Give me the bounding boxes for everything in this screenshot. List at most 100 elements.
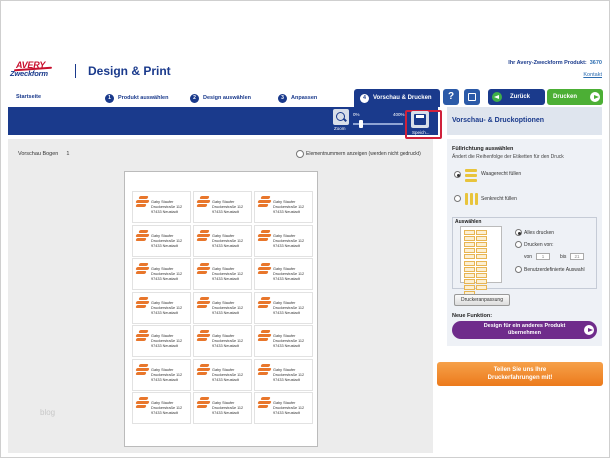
label-address-line: 97433 Neustadt	[273, 277, 300, 281]
label-address-line: 97433 Neustadt	[273, 210, 300, 214]
label-address-line: 97433 Neustadt	[212, 411, 239, 415]
mini-label-cell	[475, 260, 487, 266]
printer-adjust-button[interactable]: Druckeranpassung	[454, 294, 510, 306]
mini-label-cell	[463, 279, 475, 285]
step-3-number: 3	[278, 94, 287, 103]
label-item[interactable]: Gaby Staufer Druckerstraße 112 97433 Neust…	[193, 258, 252, 290]
range-to-input[interactable]: 21	[570, 253, 584, 260]
label-item[interactable]: Gaby Staufer Druckerstraße 112 97433 Neust…	[254, 258, 313, 290]
label-address-line: Druckerstraße 112	[151, 305, 183, 310]
mini-label-cell	[463, 285, 475, 291]
label-item[interactable]: Gaby Staufer Druckerstraße 112 97433 Neust…	[193, 358, 252, 391]
zoom-slider-handle[interactable]	[358, 120, 363, 128]
step-navigation: Startseite 1 Produkt auswählen 2 Design au…	[16, 94, 356, 104]
design-other-product-button[interactable]: Design für ein anderes Produkt übernehme…	[452, 321, 597, 339]
logo-text-zweckform: Zweckform	[10, 69, 48, 78]
label-logo-icon	[196, 195, 211, 209]
mini-label-cell	[475, 266, 487, 272]
label-item[interactable]: Gaby Staufer Druckerstraße 112 97433 Neust…	[193, 392, 252, 424]
label-address: Gaby Staufer Druckerstraße 112 97433 Neust…	[151, 267, 182, 282]
fill-horizontal-radio[interactable]	[454, 171, 461, 178]
label-item[interactable]: Gaby Staufer Druckerstraße 112 97433 Neust…	[254, 358, 313, 391]
label-logo-icon	[257, 363, 272, 377]
label-item[interactable]: Gaby Staufer Druckerstraße 112 97433 Neust…	[132, 325, 191, 357]
label-logo-icon	[196, 296, 211, 310]
step-2[interactable]: 2 Design auswählen	[190, 94, 251, 103]
label-item[interactable]: Gaby Staufer Druckerstraße 112 97433 Neust…	[193, 291, 252, 324]
fullscreen-icon	[468, 93, 476, 101]
label-address-line: Druckerstraße 112	[212, 305, 244, 310]
label-item[interactable]: Gaby Staufer Druckerstraße 112 97433 Neust…	[132, 258, 191, 290]
label-address-line: 97433 Neustadt	[212, 310, 239, 315]
label-address-line: 97433 Neustadt	[212, 210, 239, 214]
label-address: Gaby Staufer Druckerstraße 112 97433 Neust…	[212, 200, 243, 215]
mini-label-cell	[475, 254, 487, 260]
mini-label-cell	[475, 279, 487, 285]
label-address: Gaby Staufer Druckerstraße 112 97433 Neust…	[273, 368, 304, 383]
fill-horizontal-label: Waagerecht füllen	[481, 171, 522, 177]
mini-sheet-preview	[460, 226, 502, 297]
label-logo-icon	[257, 396, 272, 410]
avery-zweckform-logo[interactable]: AVERY Zweckform	[10, 60, 56, 86]
element-numbers-checkbox[interactable]	[296, 150, 304, 158]
label-item[interactable]: Gaby Staufer Druckerstraße 112 97433 Neust…	[254, 291, 313, 324]
label-address: Gaby Staufer Druckerstraße 112 97433 Neust…	[151, 368, 182, 383]
nav-home-label: Startseite	[16, 94, 42, 100]
label-address: Gaby Staufer Druckerstraße 112 97433 Neust…	[151, 200, 182, 215]
label-item[interactable]: Gaby Staufer Druckerstraße 112 97433 Neust…	[132, 358, 191, 391]
label-address-line: 97433 Neustadt	[151, 411, 178, 415]
print-all-radio[interactable]	[515, 229, 522, 236]
nav-home[interactable]: Startseite	[16, 94, 41, 100]
label-address-line: 97433 Neustadt	[212, 377, 239, 382]
label-sheet-preview[interactable]: Gaby Staufer Druckerstraße 112 97433 Neust…	[124, 171, 318, 447]
label-item[interactable]: Gaby Staufer Druckerstraße 112 97433 Neust…	[193, 224, 252, 257]
label-logo-icon	[135, 329, 150, 343]
step-4-active-tab[interactable]: 4 Vorschau & Drucken	[354, 89, 440, 107]
step-1[interactable]: 1 Produkt auswählen	[105, 94, 168, 103]
label-item[interactable]: Gaby Staufer Druckerstraße 112 97433 Neust…	[132, 291, 191, 324]
back-button[interactable]: Zurück	[488, 89, 545, 105]
fill-vertical-radio[interactable]	[454, 195, 461, 202]
label-item[interactable]: Gaby Staufer Druckerstraße 112 97433 Neust…	[254, 224, 313, 257]
print-range-radio[interactable]	[515, 241, 522, 248]
label-item[interactable]: Gaby Staufer Druckerstraße 112 97433 Neust…	[254, 392, 313, 424]
print-button[interactable]: Drucken	[547, 89, 603, 105]
label-address-line: 97433 Neustadt	[273, 310, 300, 315]
help-button[interactable]: ?	[443, 89, 459, 105]
sheet-label: Vorschau Bogen 1	[18, 151, 69, 157]
feedback-button[interactable]: Teilen Sie uns Ihre Druckerfahrungen mit…	[437, 362, 603, 386]
selection-title: Auswählen	[455, 219, 482, 225]
label-logo-icon	[257, 195, 272, 209]
mini-label-cell	[463, 248, 475, 254]
label-address: Gaby Staufer Druckerstraße 112 97433 Neust…	[273, 401, 304, 416]
range-from-input[interactable]: 1	[536, 253, 550, 260]
label-item[interactable]: Gaby Staufer Druckerstraße 112 97433 Neust…	[132, 392, 191, 424]
save-icon[interactable]	[411, 111, 429, 128]
zoom-icon[interactable]	[333, 109, 349, 125]
label-address-line: 97433 Neustadt	[151, 277, 178, 281]
label-item[interactable]: Gaby Staufer Druckerstraße 112 97433 Neust…	[132, 191, 191, 223]
label-address: Gaby Staufer Druckerstraße 112 97433 Neust…	[212, 334, 243, 349]
step-4-number: 4	[360, 94, 369, 103]
range-from-label: von	[524, 254, 533, 260]
label-item[interactable]: Gaby Staufer Druckerstraße 112 97433 Neust…	[193, 325, 252, 357]
label-address: Gaby Staufer Druckerstraße 112 97433 Neust…	[212, 368, 243, 383]
label-item[interactable]: Gaby Staufer Druckerstraße 112 97433 Neust…	[254, 191, 313, 223]
product-number: 3670	[589, 60, 602, 66]
label-item[interactable]: Gaby Staufer Druckerstraße 112 97433 Neust…	[132, 224, 191, 257]
step-3[interactable]: 3 Anpassen	[278, 94, 317, 103]
contact-link[interactable]: Kontakt	[583, 72, 602, 78]
feedback-line1: Teilen Sie uns Ihre	[493, 367, 547, 373]
custom-selection-radio[interactable]	[515, 266, 522, 273]
horizontal-fill-icon	[463, 167, 479, 183]
label-address: Gaby Staufer Druckerstraße 112 97433 Neust…	[212, 401, 243, 416]
fullscreen-button[interactable]	[464, 89, 480, 105]
print-button-label: Drucken	[553, 94, 578, 100]
label-item[interactable]: Gaby Staufer Druckerstraße 112 97433 Neust…	[193, 191, 252, 223]
save-label: Speich...	[412, 130, 430, 135]
label-item[interactable]: Gaby Staufer Druckerstraße 112 97433 Neust…	[254, 325, 313, 357]
custom-selection-label: Benutzerdefinierte Auswahl	[524, 267, 585, 273]
label-logo-icon	[196, 363, 211, 377]
label-address: Gaby Staufer Druckerstraße 112 97433 Neust…	[151, 401, 182, 416]
label-address: Gaby Staufer Druckerstraße 112 97433 Neust…	[212, 234, 243, 249]
